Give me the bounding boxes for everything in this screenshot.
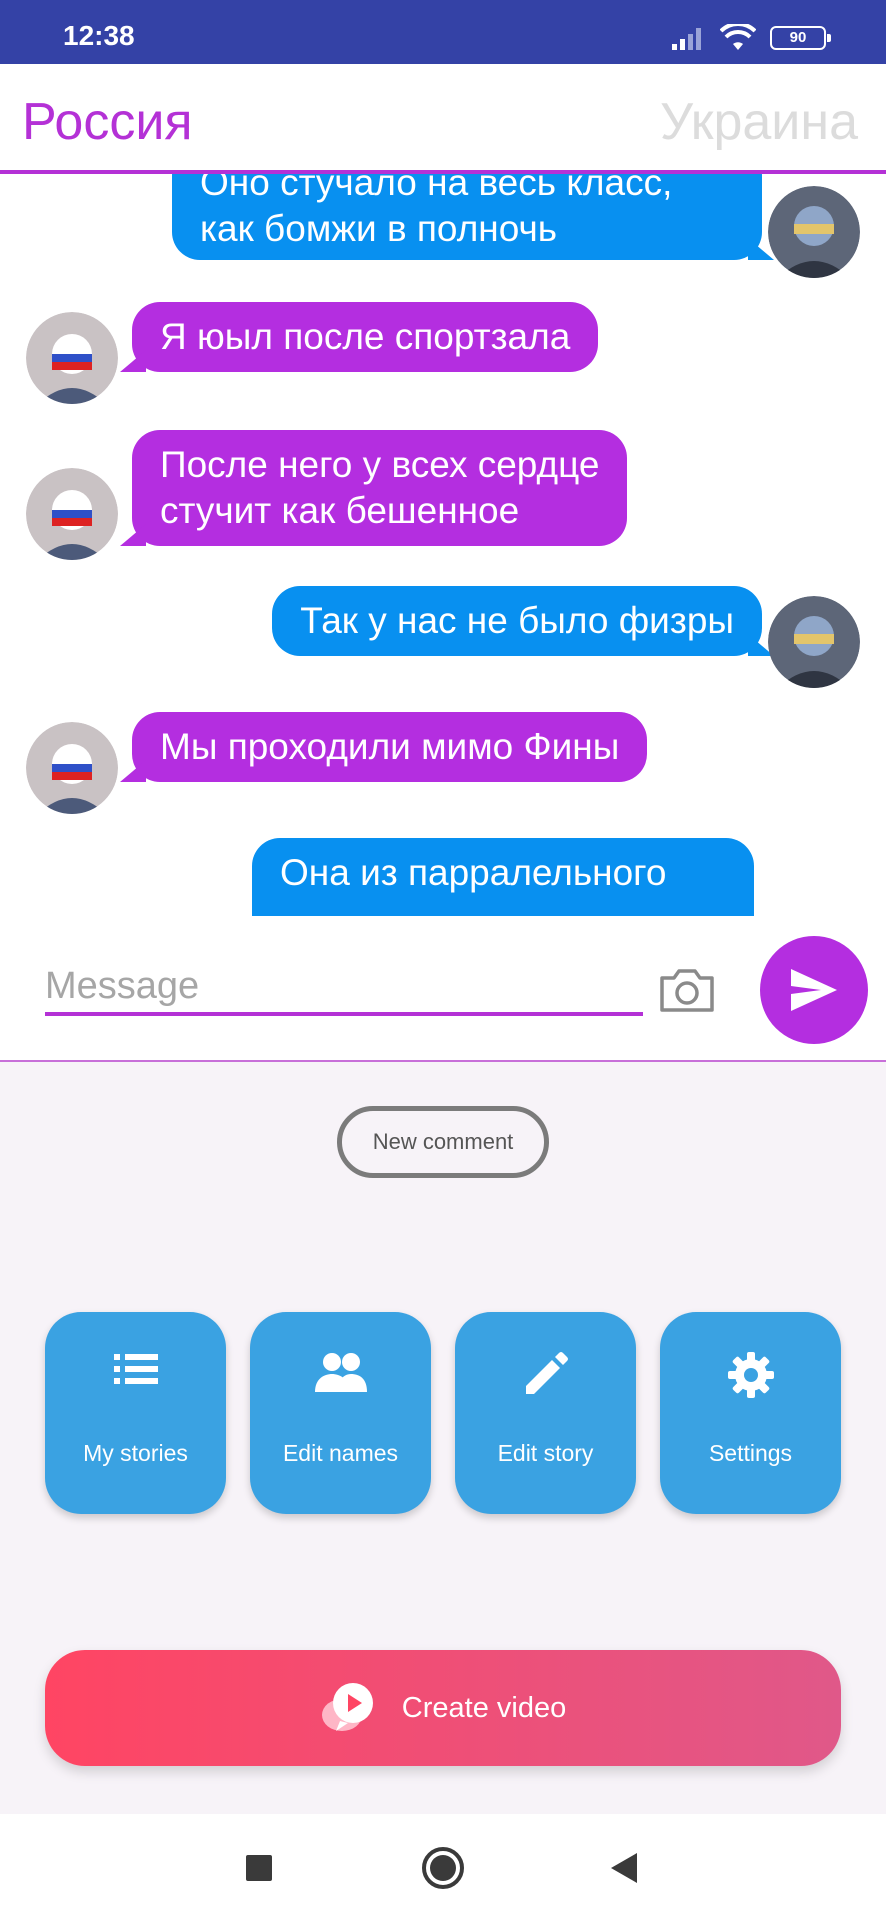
character-name-right[interactable]: Украина [660,92,858,152]
message-text-line: Оно стучало на весь класс, [200,174,673,203]
settings-label: Settings [708,1440,793,1466]
character-name-left[interactable]: Россия [22,92,193,152]
send-button[interactable] [760,936,868,1044]
my-stories-button[interactable]: My stories [45,1312,226,1514]
back-triangle-icon [611,1853,637,1883]
avatar-ukraine [768,596,860,688]
pencil-icon [525,1352,568,1394]
message-text: Она из парралельного [280,852,667,893]
back-button[interactable] [598,1842,650,1894]
message-text-line: как бомжи в полночь [200,208,558,249]
status-time: 12:38 [63,20,135,51]
home-circle-icon [422,1847,464,1889]
people-icon [314,1353,367,1392]
message-bubble[interactable]: Оно стучало на весь класс, как бомжи в п… [172,174,774,260]
edit-story-button[interactable]: Edit story [455,1312,636,1514]
message-bubble[interactable]: Она из парралельного [252,838,754,916]
recents-button[interactable] [233,1842,285,1894]
avatar-russia [26,468,118,560]
edit-names-label: Edit names [282,1440,399,1466]
list-icon [113,1354,158,1384]
action-grid: My stories Edit names Edit story Setting… [45,1312,841,1514]
square-icon [246,1855,272,1881]
status-icons: 90 [672,24,831,52]
chat-header: Россия Украина [0,64,886,174]
message-text-line: После него у всех сердце [160,444,600,485]
edit-names-button[interactable]: Edit names [250,1312,431,1514]
message-bubble[interactable]: Так у нас не было физры [272,586,774,656]
camera-icon [660,969,714,1012]
video-chat-icon [321,1683,373,1731]
new-comment-button[interactable]: New comment [337,1106,549,1178]
message-bubble[interactable]: Я юыл после спортзала [119,302,599,372]
message-bubble[interactable]: Мы проходили мимо Фины [119,712,648,782]
home-button[interactable] [417,1842,469,1894]
avatar-russia [26,312,118,404]
chat-messages[interactable]: Оно стучало на весь класс, как бомжи в п… [0,174,886,916]
my-stories-label: My stories [83,1440,188,1466]
message-text: Так у нас не было физры [300,600,734,641]
wifi-icon [720,24,756,50]
camera-button[interactable] [658,966,716,1014]
message-text: Я юыл после спортзала [160,316,571,357]
send-icon [791,969,837,1011]
edit-story-label: Edit story [497,1440,594,1466]
message-text-line: стучит как бешенное [160,490,520,531]
avatar-russia [26,722,118,814]
system-nav-bar [0,1814,886,1920]
message-composer [0,916,886,1062]
create-video-label: Create video [401,1691,567,1724]
create-video-button[interactable]: Create video [45,1650,841,1766]
gear-icon [727,1352,774,1398]
message-bubble[interactable]: После него у всех сердце стучит как беше… [119,430,628,546]
message-text: Мы проходили мимо Фины [160,726,620,767]
battery-icon: 90 [770,26,831,50]
signal-icon [672,28,701,50]
status-bar: 12:38 90 [0,0,886,64]
avatar-ukraine [768,186,860,278]
message-input[interactable] [45,960,643,1016]
settings-button[interactable]: Settings [660,1312,841,1514]
